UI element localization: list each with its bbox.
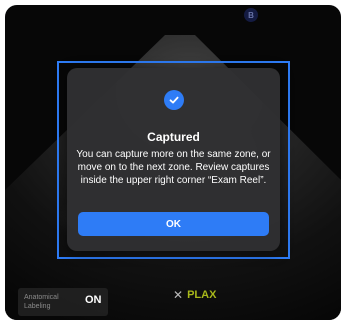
- anatomical-labeling-toggle[interactable]: Anatomical Labeling ON: [18, 288, 108, 316]
- view-indicator: ✕ PLAX: [173, 288, 216, 302]
- dialog-title: Captured: [147, 130, 200, 144]
- view-label: PLAX: [187, 289, 217, 301]
- captured-dialog: Captured You can capture more on the sam…: [67, 68, 280, 251]
- anatomical-labeling-label: Anatomical Labeling: [24, 294, 59, 310]
- anatomical-labeling-state: ON: [85, 294, 102, 306]
- checkmark-circle-icon: [164, 90, 184, 110]
- dialog-message: You can capture more on the same zone, o…: [76, 149, 271, 186]
- close-icon[interactable]: ✕: [173, 288, 183, 302]
- ok-button[interactable]: OK: [78, 212, 269, 236]
